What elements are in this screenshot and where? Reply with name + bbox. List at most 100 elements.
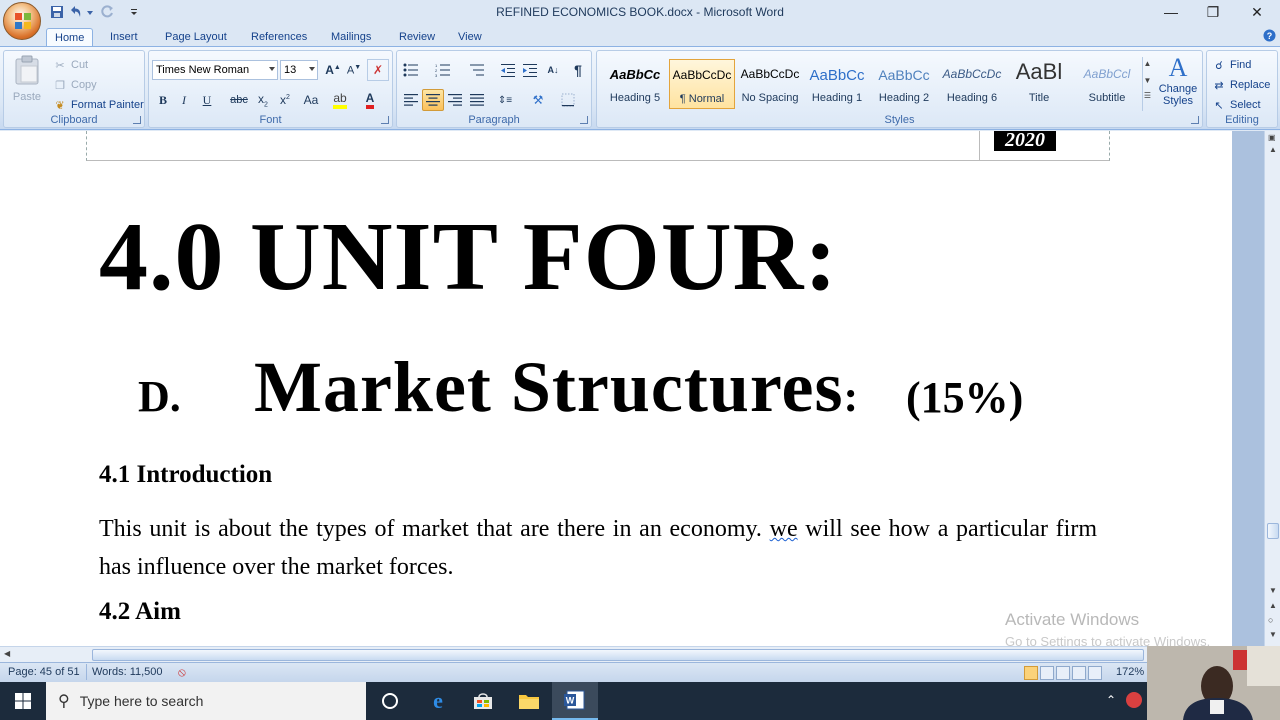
justify-button[interactable] [466, 89, 488, 111]
save-icon[interactable] [50, 5, 64, 19]
clear-formatting-button[interactable]: ✗ [367, 59, 389, 81]
strikethrough-button[interactable]: abc [228, 89, 250, 111]
style-heading-1[interactable]: AaBbCc Heading 1 [804, 59, 870, 109]
browse-object-icon[interactable]: ○ [1268, 615, 1273, 625]
file-explorer-button[interactable] [506, 682, 552, 720]
previous-page-icon[interactable]: ▲ [1269, 601, 1277, 610]
style-no-spacing[interactable]: AaBbCcDc No Spacing [737, 59, 803, 109]
show-hidden-icons-icon[interactable]: ⌃ [1106, 693, 1116, 707]
store-button[interactable] [460, 682, 506, 720]
decrease-indent-button[interactable] [497, 59, 519, 81]
outline-view-icon[interactable] [1072, 666, 1086, 680]
highlight-button[interactable]: ab [329, 89, 351, 111]
page-count[interactable]: Page: 45 of 51 [8, 666, 80, 678]
tab-references[interactable]: References [243, 28, 315, 47]
word-count[interactable]: Words: 11,500 [92, 666, 163, 678]
grammar-flagged-word[interactable]: we [770, 516, 798, 542]
redo-icon[interactable] [100, 5, 114, 19]
edge-button[interactable]: e [415, 682, 461, 720]
print-layout-view-icon[interactable] [1024, 666, 1038, 680]
sort-button[interactable]: A↓ [542, 59, 564, 81]
proofing-error-icon[interactable]: ⦸ [178, 665, 186, 680]
cortana-button[interactable] [367, 682, 413, 720]
align-center-button[interactable] [422, 89, 444, 111]
document-page[interactable]: 2020 4.0 UNIT FOUR: D. Market Structures… [0, 131, 1264, 646]
vertical-scroll-thumb[interactable] [1267, 523, 1279, 539]
styles-scroll[interactable]: ▲ ▼ ☰ [1142, 57, 1152, 111]
scroll-left-icon[interactable]: ◀ [4, 649, 10, 658]
scroll-up-icon[interactable]: ▲ [1269, 145, 1277, 154]
word-taskbar-button[interactable]: W [552, 682, 598, 720]
cut-button[interactable]: ✂ Cut [52, 55, 88, 75]
shrink-font-button[interactable]: A▼ [343, 59, 365, 81]
tab-review[interactable]: Review [391, 28, 443, 47]
restore-button[interactable]: ❐ [1192, 0, 1234, 24]
numbering-button[interactable]: 123 [432, 59, 454, 81]
font-launcher-icon[interactable] [381, 116, 389, 124]
styles-launcher-icon[interactable] [1191, 116, 1199, 124]
style-heading-2[interactable]: AaBbCc Heading 2 [871, 59, 937, 109]
style-heading-5[interactable]: AaBbCc Heading 5 [602, 59, 668, 109]
borders-button[interactable] [557, 89, 579, 111]
minimize-button[interactable]: — [1150, 0, 1192, 24]
grow-font-button[interactable]: A▲ [322, 59, 344, 81]
tab-insert[interactable]: Insert [102, 28, 146, 47]
line-spacing-button[interactable]: ⇕≡ [494, 89, 516, 111]
increase-indent-button[interactable] [519, 59, 541, 81]
style-name: Heading 2 [878, 92, 930, 104]
taskbar-search[interactable]: ⚲ Type here to search [46, 682, 366, 720]
customize-qat-icon[interactable] [130, 5, 138, 19]
clipboard-launcher-icon[interactable] [133, 116, 141, 124]
align-right-button[interactable] [444, 89, 466, 111]
show-formatting-button[interactable]: ¶ [567, 59, 589, 81]
style-heading-6[interactable]: AaBbCcDc Heading 6 [939, 59, 1005, 109]
select-button[interactable]: ↖ Select [1211, 95, 1260, 115]
close-button[interactable]: ✕ [1236, 0, 1278, 24]
multilevel-list-button[interactable] [466, 59, 488, 81]
bold-button[interactable]: B [152, 89, 174, 111]
superscript-button[interactable]: x2 [274, 89, 296, 111]
paragraph-launcher-icon[interactable] [580, 116, 588, 124]
font-size-combo[interactable]: 13 [280, 60, 318, 80]
underline-button[interactable]: U [196, 89, 218, 111]
style-title[interactable]: AaBl Title [1006, 59, 1072, 109]
help-icon[interactable]: ? [1263, 29, 1276, 42]
ruler-toggle-icon[interactable]: ▣ [1268, 133, 1276, 142]
vertical-scrollbar[interactable]: ▣ ▲ ▼ ▲ ○ ▼ [1264, 131, 1280, 646]
recording-indicator-icon[interactable] [1126, 692, 1142, 708]
zoom-level[interactable]: 172% [1116, 666, 1144, 678]
undo-dropdown-icon[interactable] [86, 5, 94, 19]
undo-icon[interactable] [68, 5, 82, 19]
next-page-icon[interactable]: ▼ [1269, 630, 1277, 639]
italic-button[interactable]: I [173, 89, 195, 111]
office-logo-icon [15, 13, 31, 29]
align-left-button[interactable] [400, 89, 422, 111]
bullets-button[interactable] [400, 59, 422, 81]
full-screen-view-icon[interactable] [1040, 666, 1054, 680]
scroll-down-icon[interactable]: ▼ [1269, 586, 1277, 595]
copy-button[interactable]: ❐ Copy [52, 75, 97, 95]
shading-button[interactable]: ⚒ [527, 89, 549, 111]
font-name-combo[interactable]: Times New Roman [152, 60, 278, 80]
web-layout-view-icon[interactable] [1056, 666, 1070, 680]
draft-view-icon[interactable] [1088, 666, 1102, 680]
tab-page-layout[interactable]: Page Layout [157, 28, 235, 47]
paste-button[interactable]: Paste [7, 53, 47, 111]
font-color-button[interactable]: A [359, 89, 381, 111]
format-painter-button[interactable]: ❦ Format Painter [52, 95, 143, 115]
office-button[interactable] [3, 2, 41, 40]
horizontal-scroll-thumb[interactable] [92, 649, 1144, 661]
style-normal[interactable]: AaBbCcDc ¶ Normal [669, 59, 735, 109]
replace-button[interactable]: ⇄ Replace [1211, 75, 1270, 95]
change-case-button[interactable]: Aa [298, 89, 324, 111]
style-name: No Spacing [741, 92, 799, 104]
subscript-button[interactable]: x2 [252, 89, 274, 111]
style-subtitle[interactable]: AaBbCcl Subtitle [1074, 59, 1140, 109]
find-button[interactable]: ☌ Find [1211, 55, 1251, 75]
tab-mailings[interactable]: Mailings [323, 28, 379, 47]
tab-home[interactable]: Home [46, 28, 94, 47]
start-button[interactable] [0, 682, 46, 720]
horizontal-scrollbar[interactable]: ◀ ▶ [0, 646, 1264, 662]
tab-view[interactable]: View [450, 28, 490, 47]
change-styles-button[interactable]: A Change Styles [1155, 53, 1201, 113]
